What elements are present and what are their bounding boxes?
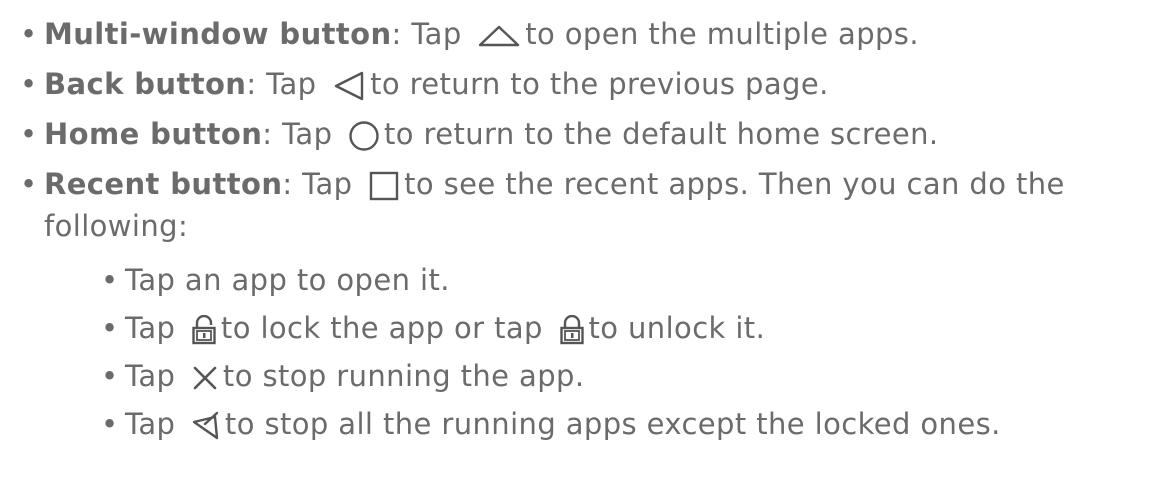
item-pre-text: Tap [266,67,317,101]
item-continuation-text: following: [44,209,189,243]
list-item-recent-continuation: following: [44,206,188,246]
item-title: Recent button [44,167,283,201]
lock-closed-icon [559,315,585,345]
list-item-recent: • Recent button: Tap to see the recent ap… [20,164,1065,204]
item-pre-text: Tap [302,167,353,201]
bullet: • [20,167,38,201]
back-triangle-icon [332,70,366,102]
item-separator: : [246,67,267,101]
list-item-back: • Back button: Tap to return to the previ… [20,64,829,104]
instruction-list: • Multi-window button: Tap to open the mu… [0,0,1176,481]
item-post-text: to open the multiple apps. [525,17,919,51]
bullet: • [101,407,119,441]
sub-item-pre-text: Tap [125,359,176,393]
item-separator: : [262,117,283,151]
sub-list-item-stop-app: • Tap to stop running the app. [101,356,584,396]
sub-item-pre-text: Tap [125,407,176,441]
sub-item-post-text: to stop all the running apps except the … [224,407,1001,441]
sub-item-post-text: to unlock it. [588,311,766,345]
item-pre-text: Tap [282,117,333,151]
item-pre-text: Tap [411,17,462,51]
bullet: • [101,359,119,393]
sub-item-pre-text: Tap [125,311,176,345]
item-title: Back button [44,67,247,101]
broom-icon [191,410,221,442]
bullet: • [20,17,38,51]
sub-list-item-lock: • Tap to lock the app or tap to unlock it… [101,308,765,348]
item-separator: : [282,167,303,201]
bullet: • [20,67,38,101]
sub-item-post-text: to stop running the app. [222,359,585,393]
sub-list-item-stop-all: • Tap to stop all the running apps except… [101,404,1001,444]
bullet: • [20,117,38,151]
item-post-text: to return to the previous page. [370,67,829,101]
sub-item-mid-text: to lock the app or tap [220,311,543,345]
item-post-text: to return to the default home screen. [384,117,939,151]
list-item-multi-window: • Multi-window button: Tap to open the mu… [20,14,919,54]
list-item-home: • Home button: Tap to return to the defau… [20,114,938,154]
item-title: Home button [44,117,263,151]
item-separator: : [391,17,412,51]
item-title: Multi-window button [44,17,392,51]
sub-item-text: Tap an app to open it. [125,263,450,297]
home-circle-icon [348,120,380,152]
bullet: • [101,311,119,345]
multi-window-icon [477,24,521,48]
sub-list-item-open-app: • Tap an app to open it. [101,260,450,300]
lock-open-icon [191,315,217,345]
recent-square-icon [368,170,400,202]
item-post-text: to see the recent apps. Then you can do … [404,167,1065,201]
close-x-icon [191,364,219,392]
bullet: • [101,263,119,297]
